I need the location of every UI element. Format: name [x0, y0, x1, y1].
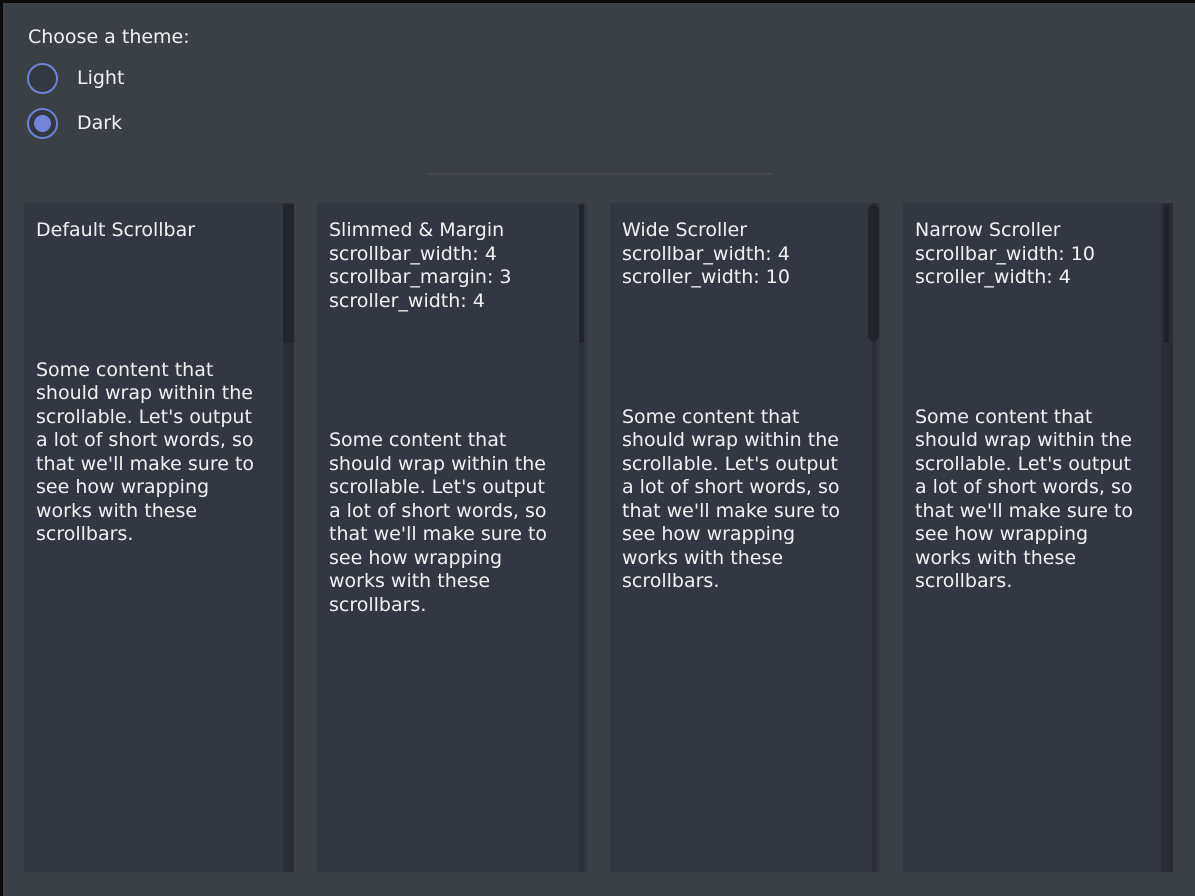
divider: [427, 173, 772, 175]
panel-narrow-scroller[interactable]: Narrow Scroller scrollbar_width: 10 scro…: [903, 203, 1173, 872]
radio-selected-dot: [34, 115, 51, 132]
panel-config: scrollbar_width: 4 scroller_width: 10: [622, 243, 856, 290]
radio-dark-circle[interactable]: [27, 108, 58, 139]
panel-title: Slimmed & Margin: [329, 219, 563, 243]
scrollbar-thumb[interactable]: [1164, 205, 1169, 343]
panel-default-scrollbar[interactable]: Default Scrollbar Some content that shou…: [24, 203, 294, 872]
scrollbar-thumb[interactable]: [868, 205, 879, 341]
radio-option-dark[interactable]: Dark: [27, 107, 122, 139]
panel-wide-scroller[interactable]: Wide Scroller scrollbar_width: 4 scrolle…: [610, 203, 880, 872]
theme-chooser-label: Choose a theme:: [28, 25, 190, 49]
scrollbar-thumb[interactable]: [579, 205, 584, 343]
vertical-scrollbar[interactable]: [280, 203, 294, 872]
radio-light-label: Light: [77, 66, 124, 90]
panel-title: Narrow Scroller: [915, 219, 1149, 243]
radio-option-light[interactable]: Light: [27, 62, 124, 94]
panel-title: Default Scrollbar: [36, 219, 270, 243]
panel-slimmed-margin[interactable]: Slimmed & Margin scrollbar_width: 4 scro…: [317, 203, 587, 872]
radio-light-circle[interactable]: [27, 63, 58, 94]
panel-content: Some content that should wrap within the…: [622, 406, 856, 594]
radio-dark-label: Dark: [77, 111, 122, 135]
scrollbar-thumb[interactable]: [283, 205, 294, 343]
panel-config: scrollbar_width: 10 scroller_width: 4: [915, 243, 1149, 290]
panel-content: Some content that should wrap within the…: [329, 429, 563, 617]
panel-content: Some content that should wrap within the…: [36, 359, 270, 547]
vertical-scrollbar[interactable]: [866, 203, 880, 872]
vertical-scrollbar[interactable]: [573, 203, 587, 872]
app-window: Choose a theme: Light Dark Default Scrol…: [0, 0, 1195, 896]
vertical-scrollbar[interactable]: [1159, 203, 1173, 872]
panel-title: Wide Scroller: [622, 219, 856, 243]
scrollbar-demo-panels: Default Scrollbar Some content that shou…: [24, 203, 1173, 872]
panel-content: Some content that should wrap within the…: [915, 406, 1149, 594]
panel-config: scrollbar_width: 4 scrollbar_margin: 3 s…: [329, 243, 563, 314]
